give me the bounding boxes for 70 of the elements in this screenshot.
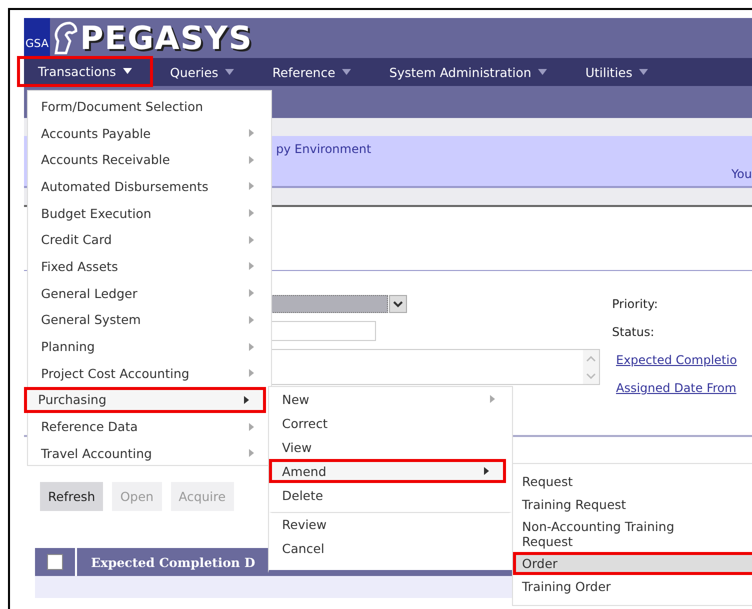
menu-item[interactable]: Credit Card xyxy=(28,226,271,254)
chevron-down-icon xyxy=(393,300,403,308)
menu-item[interactable]: New xyxy=(269,387,512,411)
field-label: Priority: xyxy=(612,297,659,313)
text-area[interactable] xyxy=(270,349,600,385)
input-field[interactable] xyxy=(270,321,376,341)
menu-bar-item[interactable]: System Administration xyxy=(372,58,568,86)
submenu-arrow-icon xyxy=(249,316,254,324)
submenu-arrow-icon xyxy=(249,129,254,138)
menu-item[interactable]: Training Order xyxy=(513,575,752,598)
menu-bar-item[interactable]: Reference xyxy=(255,58,372,86)
menu-item[interactable]: Cancel xyxy=(269,536,512,560)
submenu-arrow-icon xyxy=(249,156,254,164)
menu-item[interactable]: Purchasing xyxy=(24,386,266,414)
menu-bar-item[interactable]: Utilities xyxy=(568,58,670,86)
menu-item[interactable]: Budget Execution xyxy=(28,200,271,226)
caret-icon xyxy=(639,69,648,75)
menu-item[interactable]: Reference Data xyxy=(28,413,271,440)
scrollbar[interactable] xyxy=(583,350,599,384)
menu-item[interactable]: Correct xyxy=(269,411,512,435)
link[interactable]: Expected Completio xyxy=(612,353,737,381)
submenu-arrow-icon xyxy=(249,262,254,270)
submenu-arrow-icon xyxy=(249,449,254,458)
menu-item[interactable]: Delete xyxy=(269,483,512,507)
submenu-arrow-icon xyxy=(249,369,254,378)
menu-item[interactable]: Accounts Receivable xyxy=(28,146,271,174)
menu-item[interactable]: Training Request xyxy=(513,493,752,516)
submenu-arrow-icon xyxy=(249,236,254,244)
submenu-arrow-icon xyxy=(249,422,254,431)
caret-icon xyxy=(538,69,548,75)
dropdown-button[interactable] xyxy=(389,295,407,313)
menu-item[interactable]: General Ledger xyxy=(28,280,271,306)
menu-item[interactable]: View xyxy=(269,435,512,459)
menu-item[interactable]: Planning xyxy=(28,333,271,360)
scroll-down-icon[interactable] xyxy=(586,372,596,378)
menu-item[interactable]: Request xyxy=(513,470,752,493)
caret-icon xyxy=(123,68,132,74)
app-title: PEGASYS xyxy=(80,19,253,57)
submenu-arrow-icon xyxy=(244,396,249,404)
checkbox[interactable] xyxy=(47,554,63,570)
menu-item[interactable]: Non-Accounting Training Request xyxy=(513,516,752,552)
caret-icon xyxy=(342,69,352,75)
menu-bar-item[interactable]: Transactions xyxy=(17,56,154,86)
toolbar-button[interactable]: Refresh xyxy=(40,482,104,511)
menu-item[interactable]: Fixed Assets xyxy=(28,253,271,280)
menu-item[interactable]: Project Cost Accounting xyxy=(28,360,271,387)
user-text: You xyxy=(731,167,752,181)
menu-item[interactable]: Accounts Payable xyxy=(28,120,271,146)
submenu-arrow-icon xyxy=(249,209,254,218)
menu-item[interactable]: Travel Accounting xyxy=(28,440,271,467)
environment-text: py Environment xyxy=(276,142,372,156)
column-header[interactable]: Expected Completion D xyxy=(77,554,256,570)
caret-icon xyxy=(225,69,234,75)
menu-item[interactable]: General System xyxy=(28,306,271,334)
menu-item[interactable]: Automated Disbursements xyxy=(28,173,271,200)
menu-item[interactable]: Order xyxy=(513,552,752,575)
menu-bar-item[interactable]: Queries xyxy=(153,58,256,86)
field-label: Status: xyxy=(612,325,656,341)
scroll-up-icon[interactable] xyxy=(586,356,596,362)
menu-item[interactable]: Review xyxy=(269,512,512,536)
submenu-arrow-icon xyxy=(249,342,254,351)
menu-item[interactable]: Form/Document Selection xyxy=(28,93,271,120)
submenu-arrow-icon xyxy=(484,467,489,475)
submenu-arrow-icon xyxy=(490,395,495,403)
submenu-arrow-icon xyxy=(249,289,254,298)
logo-badge: GSA xyxy=(24,18,50,58)
menu-item[interactable]: Amend xyxy=(269,459,506,483)
link[interactable]: Assigned Date From xyxy=(612,381,737,409)
submenu-arrow-icon xyxy=(249,182,254,190)
horse-head-icon xyxy=(52,21,78,55)
